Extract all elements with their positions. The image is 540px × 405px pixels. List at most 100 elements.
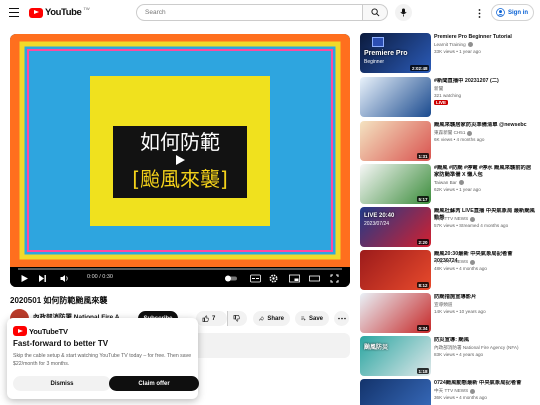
fullscreen-icon[interactable] [330, 274, 339, 283]
microphone-icon [400, 8, 407, 17]
recommendation-card[interactable]: 0:34 防颱措施宣導影片 宣導頻道 14K views • 10 years ago [360, 293, 536, 335]
recommendation-thumbnail[interactable]: Premiere Pro Beginner 2:02:48 [360, 33, 431, 73]
save-button[interactable]: Save [295, 311, 329, 326]
recommendation-meta: 6K views • 4 months ago [434, 137, 485, 142]
sign-in-label: Sign in [508, 9, 528, 16]
channel-name-label: 中天 TTV NEWS [434, 216, 469, 221]
recommendation-thumbnail[interactable] [360, 379, 431, 405]
play-icon[interactable] [20, 274, 29, 283]
vertical-dots-icon [478, 8, 480, 18]
settings-more-button[interactable] [472, 6, 486, 20]
video-frame[interactable]: 如何防範 [颱風來襲] [10, 34, 350, 267]
live-badge: LIVE [434, 100, 449, 105]
miniplayer-icon[interactable] [289, 274, 300, 283]
share-label: Share [267, 315, 284, 322]
voice-search-button[interactable] [395, 4, 412, 21]
recommendation-channel[interactable]: 內政部消防署 National Fire Agency (NFA) [434, 345, 519, 351]
recommendation-card[interactable]: 8:12 颱風20:30最新 中央氣象局記者會 20230724 中天 TTV NE… [360, 250, 536, 292]
theater-mode-icon[interactable] [309, 274, 320, 283]
sign-in-button[interactable]: Sign in [491, 4, 534, 21]
dislike-button[interactable] [227, 311, 247, 326]
verified-badge-icon [458, 180, 464, 185]
video-title: 2020501 如何防範颱風來襲 [10, 296, 108, 305]
like-button[interactable]: 7 [196, 311, 227, 326]
account-circle-icon [496, 8, 505, 17]
recommendation-thumbnail[interactable]: 颱風防災 1:18 [360, 336, 431, 376]
settings-gear-icon[interactable] [269, 274, 278, 283]
recommendation-title[interactable]: 防災宣導: 颱風 [434, 337, 536, 344]
video-player[interactable]: 如何防範 [颱風來襲] 0:00 / 0:30 [10, 34, 350, 287]
frame-title-line1: 如何防範 [140, 130, 220, 154]
recommendation-title[interactable]: #新聞直播中 20231207 (二) [434, 78, 536, 85]
save-label: Save [308, 315, 323, 322]
recommendation-channel[interactable]: 中天 TTV NEWS [434, 216, 476, 222]
channel-name-label: Learnit Training [434, 42, 466, 47]
recommendation-title[interactable]: 防颱措施宣導影片 [434, 294, 536, 301]
recommendation-card[interactable]: 1:31 颱風來襲居家防災準備清單 @newsebc 東森新聞 CH51 6K vie… [360, 121, 536, 163]
share-button[interactable]: Share [253, 311, 290, 326]
recommendation-channel[interactable]: 新聞 [434, 86, 443, 92]
progress-bar[interactable] [18, 268, 342, 270]
recommendation-channel[interactable]: Taiwan Bar [434, 180, 464, 185]
horizontal-dots-icon [337, 317, 346, 320]
hamburger-menu-icon[interactable] [9, 8, 19, 17]
recommendation-meta: 83K views • 4 years ago [434, 352, 484, 357]
autoplay-toggle-icon[interactable] [224, 274, 238, 283]
recommendation-card[interactable]: 5:17 #颱風 #防颱 #停電 #停水 颱風來襲前的居家防颱準備 X 懶人包 Ta… [360, 164, 536, 206]
recommendation-card[interactable]: LIVE 20:40 2023/07/24 2:20 颱風杜蘇芮 LIVE直播 中央氣… [360, 207, 536, 249]
video-duration: 2:02:48 [410, 65, 429, 71]
channel-name-label: Taiwan Bar [434, 180, 457, 185]
search-button[interactable] [362, 4, 388, 21]
recommendation-channel[interactable]: 中天 TTV NEWS [434, 388, 476, 394]
premiere-pro-logo-icon [372, 37, 384, 47]
dismiss-button[interactable]: Dismiss [13, 376, 111, 391]
recommendation-thumbnail[interactable]: 5:17 [360, 164, 431, 204]
channel-name-label: 中天 TTV NEWS [434, 259, 469, 264]
recommendation-title[interactable]: 颱風來襲居家防災準備清單 @newsebc [434, 122, 536, 129]
recommendation-channel[interactable]: 中天 TTV NEWS [434, 259, 476, 265]
youtube-tv-promo-dialog: YouTubeTV Fast-forward to better TV Skip… [7, 318, 199, 399]
share-icon [259, 316, 265, 321]
recommendation-channel[interactable]: Learnit Training [434, 42, 473, 47]
search-input[interactable] [136, 4, 362, 21]
recommendation-card[interactable]: 颱風防災 1:18 防災宣導: 颱風 內政部消防署 National Fire Age… [360, 336, 536, 378]
subtitles-icon[interactable] [250, 274, 261, 283]
video-duration: 5:17 [416, 196, 429, 202]
recommendation-channel[interactable]: 宣導頻道 [434, 302, 452, 308]
thumbs-up-icon [202, 315, 209, 322]
recommendation-thumbnail[interactable]: LIVE 20:40 2023/07/24 2:20 [360, 207, 431, 247]
channel-name-label: 內政部消防署 National Fire Agency (NFA) [434, 345, 519, 350]
volume-icon[interactable] [60, 274, 70, 283]
recommendation-thumbnail[interactable]: 8:12 [360, 250, 431, 290]
thumbnail-subtext: 2023/07/24 [364, 221, 390, 227]
video-duration: 0:34 [416, 325, 429, 331]
search-icon [370, 8, 379, 17]
recommendation-thumbnail[interactable]: 0:34 [360, 293, 431, 333]
promo-heading: Fast-forward to better TV [13, 339, 109, 348]
promo-body: Skip the cable setup & start watching Yo… [13, 353, 192, 367]
recommendation-title[interactable]: Premiere Pro Beginner Tutorial [434, 34, 536, 41]
channel-name-label: 中天 TTV NEWS [434, 388, 469, 393]
recommendation-card[interactable]: 0724颱風動態最新 中央氣象局記者會 中天 TTV NEWS 36K views … [360, 379, 536, 405]
recommendation-card[interactable]: #新聞直播中 20231207 (二) 新聞 321 watching LIVE [360, 77, 536, 119]
verified-badge-icon [470, 259, 476, 265]
recommendation-thumbnail[interactable]: 1:31 [360, 121, 431, 161]
next-video-icon[interactable] [38, 274, 47, 283]
recommendation-title[interactable]: 0724颱風動態最新 中央氣象局記者會 [434, 380, 536, 387]
youtube-play-logo-icon [29, 7, 43, 18]
video-duration: 8:12 [416, 282, 429, 288]
thumbs-down-icon [233, 315, 240, 322]
recommendation-thumbnail[interactable] [360, 77, 431, 117]
recommendation-title[interactable]: #颱風 #防颱 #停電 #停水 颱風來襲前的居家防颱準備 X 懶人包 [434, 165, 536, 179]
youtube-tv-play-icon [13, 326, 27, 336]
recommendation-meta: 48K views • 4 months ago [434, 266, 487, 271]
youtube-logo[interactable]: YouTube TW [29, 6, 90, 18]
recommendation-channel[interactable]: 東森新聞 CH51 [434, 130, 473, 136]
recommendation-meta: 57K views • Streamed 4 months ago [434, 223, 509, 228]
recommendation-meta: 36K views • 4 months ago [434, 395, 487, 400]
recommendation-card[interactable]: Premiere Pro Beginner 2:02:48 Premiere Pro … [360, 33, 536, 75]
masthead: YouTube TW Sign in [0, 0, 540, 26]
more-actions-button[interactable] [334, 311, 349, 326]
claim-offer-button[interactable]: Claim offer [109, 376, 199, 391]
time-display: 0:00 / 0:30 [87, 274, 113, 280]
